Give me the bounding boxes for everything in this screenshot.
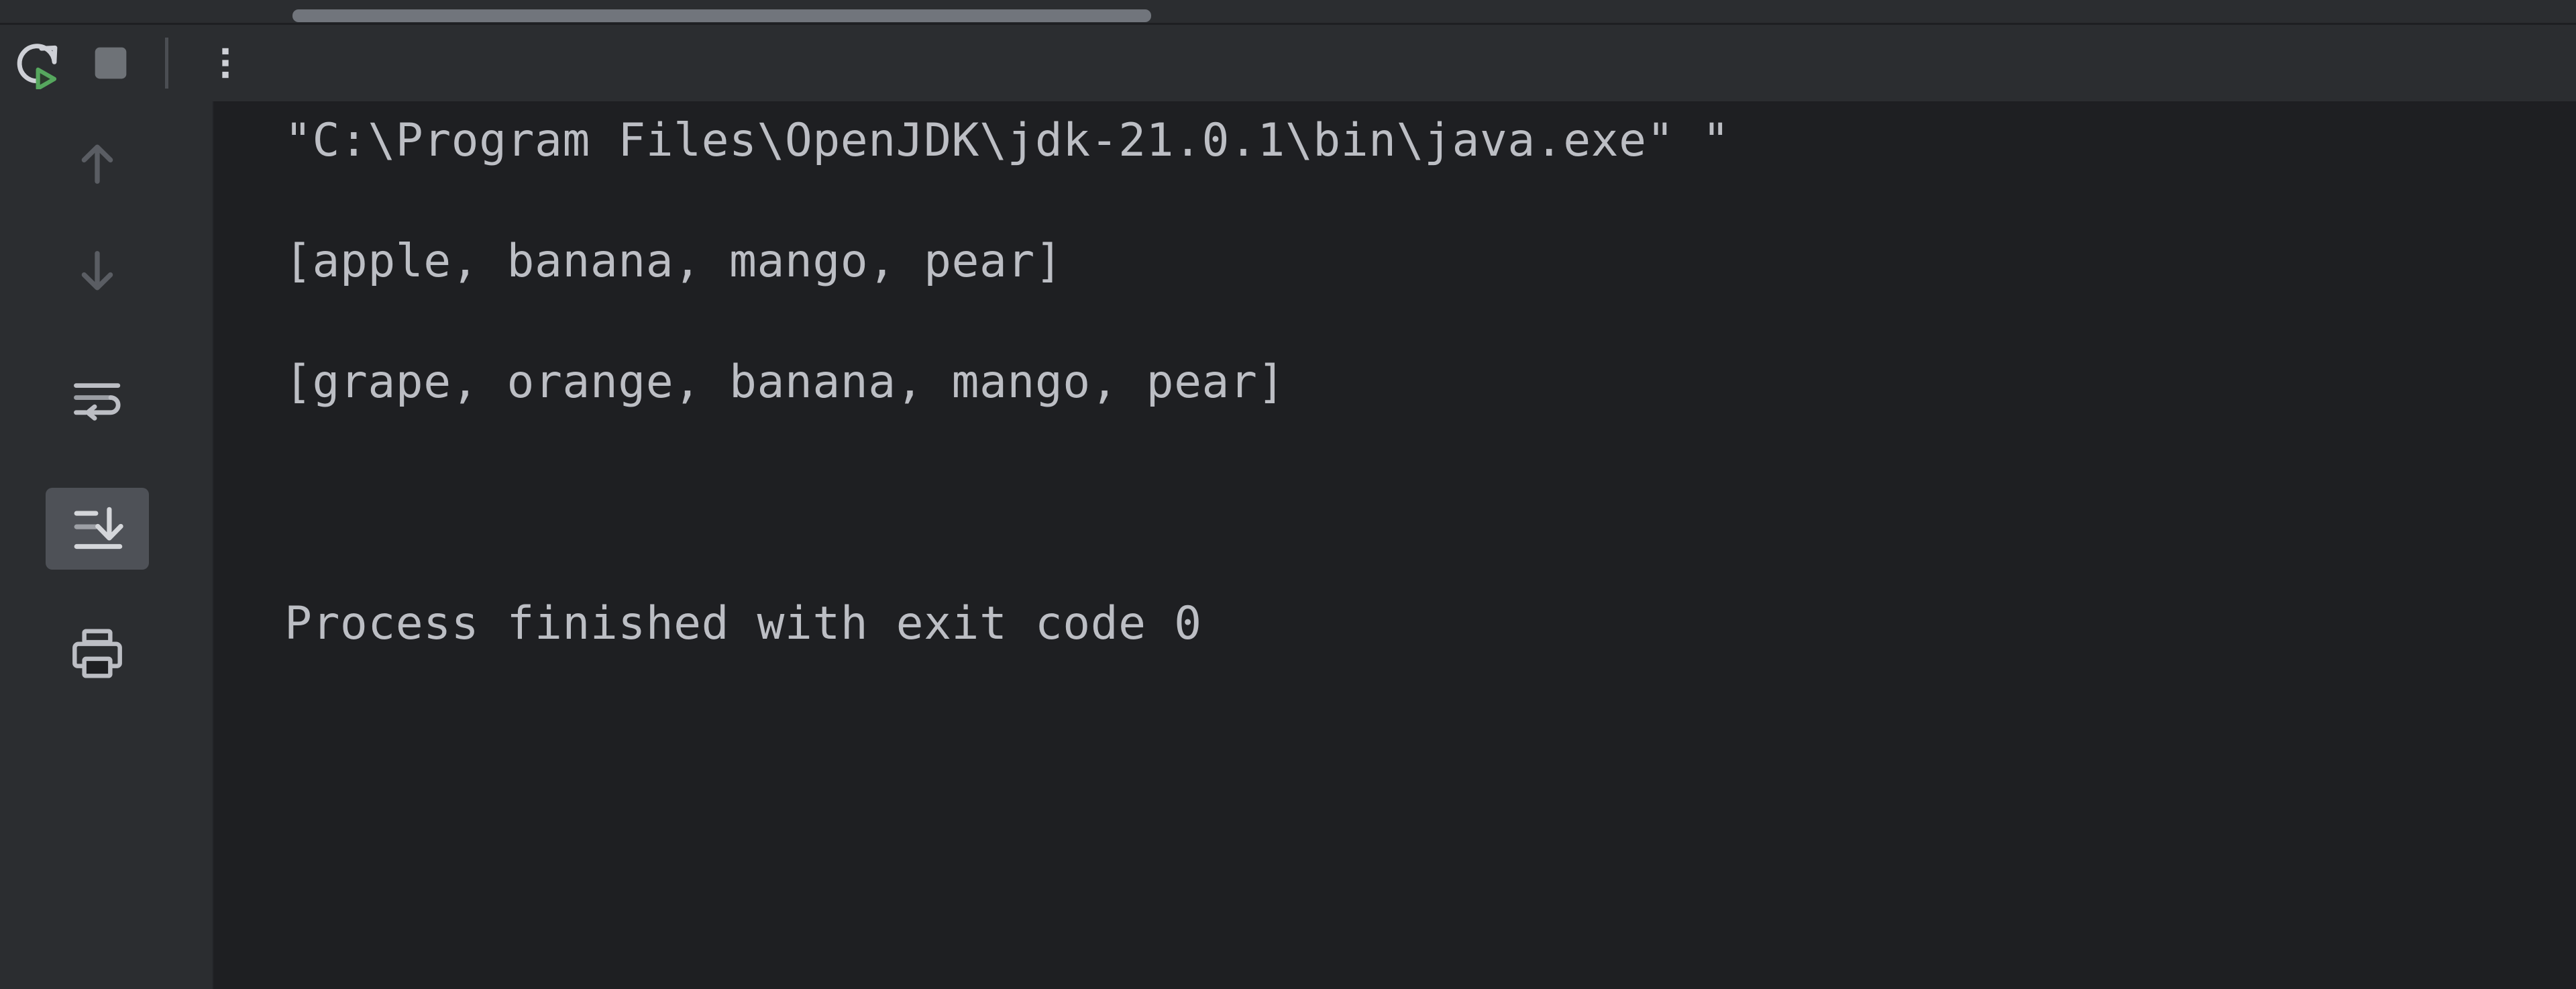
more-vertical-icon xyxy=(222,48,229,78)
gutter-button-down[interactable] xyxy=(40,221,154,321)
more-actions-button[interactable] xyxy=(189,26,262,100)
toolbar-separator xyxy=(165,37,168,89)
top-scrollbar-strip xyxy=(0,0,2576,25)
stop-icon xyxy=(95,47,127,79)
rerun-icon xyxy=(17,43,58,89)
console-line-status: Process finished with exit code 0 xyxy=(284,597,1202,650)
horizontal-scrollbar-thumb[interactable] xyxy=(292,9,1151,22)
console-line-stdout-2: [grape, orange, banana, mango, pear] xyxy=(284,356,1285,409)
scroll-to-end-icon xyxy=(74,507,123,550)
stop-button[interactable] xyxy=(74,26,148,100)
run-toolbar xyxy=(0,25,2576,126)
gutter-button-soft-wrap[interactable] xyxy=(40,348,154,449)
console-gutter xyxy=(0,101,213,989)
gutter-button-scroll-to-end[interactable] xyxy=(40,478,154,579)
console-line-command: "C:\Program Files\OpenJDK\jdk-21.0.1\bin… xyxy=(284,114,1730,167)
horizontal-scrollbar-track[interactable] xyxy=(0,0,2576,24)
arrow-down-icon xyxy=(81,251,113,291)
rerun-button[interactable] xyxy=(0,26,74,100)
soft-wrap-icon xyxy=(74,383,121,421)
print-icon xyxy=(72,629,122,678)
console-output-area[interactable]: "C:\Program Files\OpenJDK\jdk-21.0.1\bin… xyxy=(213,101,2576,989)
console-line-stdout-1: [apple, banana, mango, pear] xyxy=(284,235,1063,288)
run-tool-window: "C:\Program Files\OpenJDK\jdk-21.0.1\bin… xyxy=(0,0,2576,989)
arrow-up-icon xyxy=(81,144,113,184)
console-body: "C:\Program Files\OpenJDK\jdk-21.0.1\bin… xyxy=(0,101,2576,989)
gutter-button-print[interactable] xyxy=(40,603,154,704)
gutter-button-up[interactable] xyxy=(40,113,154,214)
